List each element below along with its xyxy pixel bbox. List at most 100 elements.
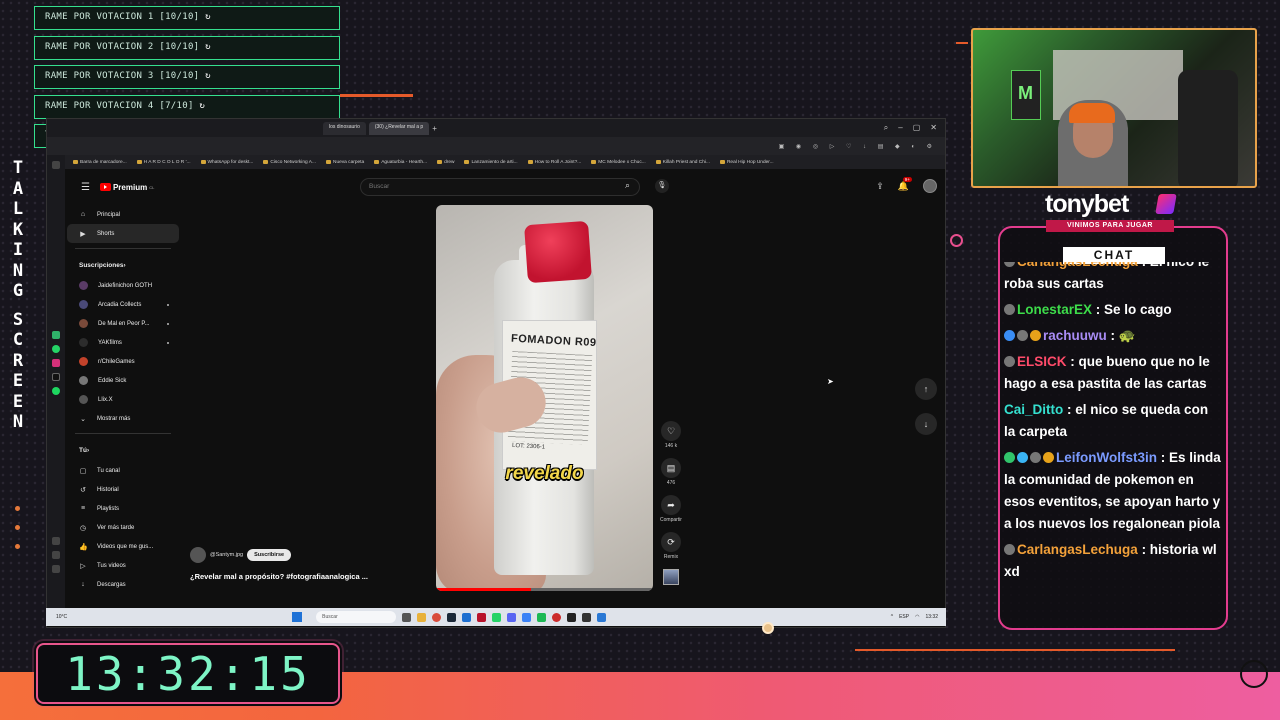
like-action[interactable]: ♡ 146 k [657,421,685,449]
subscription-item[interactable]: YAKfilms [67,333,179,352]
whatsapp-icon[interactable] [52,345,60,353]
weather-widget[interactable]: 10°C [56,614,67,620]
search-tabs-icon[interactable]: ⌕ [884,123,888,133]
heart-icon[interactable] [52,537,60,545]
bookmark-item[interactable]: Nueva carpeta [325,160,364,165]
minimize-icon[interactable]: – [898,123,902,133]
share-action[interactable]: ➦ Compartir [657,495,685,523]
history-icon[interactable] [52,551,60,559]
bookmark-item[interactable]: Real Hip Hop Under... [719,160,774,165]
short-video[interactable]: FOMADON R09 LOT: 2306-1 revelado [436,205,653,591]
subscription-item[interactable]: Arcadia Collects [67,295,179,314]
bookmark-item[interactable]: MC Melodee x Chuc... [591,160,646,165]
address-bar[interactable]: ▣ ◉ ◎ ▷ ♡ ↓ ▤ ◆ ◐ ⚙ [47,137,945,155]
search-icon[interactable]: ⌕ [625,180,630,191]
chat-username[interactable]: ELSICK [1017,354,1067,369]
subscription-item[interactable]: Eddie Sick [67,371,179,390]
windows-start-icon[interactable] [292,612,303,622]
settings-icon[interactable] [52,565,60,573]
subscriptions-header[interactable]: Suscripciones › [67,254,179,276]
sidebar-item-principal[interactable]: ⌂ Principal [67,205,179,224]
taskbar-app-icon[interactable] [582,612,592,622]
new-tab-icon[interactable]: + [432,124,437,133]
subscription-item[interactable]: r/ChileGames [67,352,179,371]
taskbar-app-icon[interactable] [447,612,457,622]
bookmark-item[interactable]: Barra de marcadore... [73,160,127,165]
bookmark-item[interactable]: How to Roll A Joint?... [527,160,581,165]
instagram-icon[interactable] [52,359,60,367]
taskbar-app-icon[interactable] [402,612,412,622]
chat-username[interactable]: CarlangasLechuga [1017,262,1138,269]
taskbar-app-icon[interactable] [567,612,577,622]
bookmark-item[interactable]: Killah Priest and Chi... [655,160,710,165]
star-icon[interactable] [52,161,60,169]
chat-username[interactable]: Cai_Ditto [1004,402,1063,417]
bookmark-item[interactable]: WhatsApp for deskt... [200,160,253,165]
language-indicator[interactable]: ESP [899,614,909,620]
notifications-icon[interactable]: 🔔 9+ [898,176,912,192]
sound-thumbnail[interactable] [663,569,679,585]
like-icon[interactable]: ♡ [661,421,681,441]
sidebar-item-you[interactable]: ↺ Historial [67,480,179,499]
search-input[interactable]: Buscar [360,178,640,196]
video-progress[interactable] [436,588,653,591]
comment-icon[interactable]: ▤ [661,458,681,478]
taskbar-app-icon[interactable] [432,612,442,622]
tiktok-icon[interactable] [52,373,60,381]
chat-username[interactable]: rachuuwu [1043,328,1107,343]
subscription-item[interactable]: De Mal en Peor P... [67,314,179,333]
sidebar-item-you[interactable]: ▷ Tus videos [67,556,179,575]
comment-action[interactable]: ▤ 476 [657,458,685,486]
taskbar-app-icon[interactable] [417,612,427,622]
share-icon[interactable]: ➦ [661,495,681,515]
sidebar-item-you[interactable]: 👍 Videos que me gus... [67,537,179,556]
avatar[interactable] [923,179,937,193]
taskbar-app-icon[interactable] [462,612,472,622]
sidebar-item-you[interactable]: ▢ Tu canal [67,461,179,480]
menu-icon[interactable]: ☰ [81,182,90,193]
wifi-icon[interactable]: ◠ [915,614,919,620]
prev-short-button[interactable]: ↑ [915,378,937,400]
youtube-logo[interactable]: Premium CL [99,183,154,192]
taskbar-app-icon[interactable] [507,612,517,622]
subscription-item[interactable]: Jaidefinichon GOTH [67,276,179,295]
sidebar-item-shorts[interactable]: ▶ Shorts [67,224,179,243]
bookmark-item[interactable]: Cisco Networking A... [263,160,316,165]
app-icon[interactable] [52,331,60,339]
taskbar-app-icon[interactable] [492,612,502,622]
show-more-button[interactable]: ⌄ Mostrar más [67,409,179,428]
extension-icons[interactable]: ▣ ◉ ◎ ▷ ♡ ↓ ▤ ◆ ◐ ⚙ [779,143,937,150]
taskbar-clock[interactable]: 13:32 [925,614,938,620]
sidebar-item-you[interactable]: ↓ Descargas [67,575,179,594]
next-short-button[interactable]: ↓ [915,413,937,435]
remix-icon[interactable]: ⟳ [661,532,681,552]
taskbar-search[interactable]: Buscar [316,611,397,623]
short-title[interactable]: ¿Revelar mal a propósito? #fotografiaana… [190,572,368,581]
bookmark-item[interactable]: Lanzamiento de arti... [464,160,518,165]
chat-username[interactable]: LeifonWolfst3in [1056,450,1157,465]
tray-chevron-icon[interactable]: ^ [891,614,893,620]
tab-dinosaurios[interactable]: los dinosaurio [323,121,366,135]
chat-username[interactable]: CarlangasLechuga [1017,542,1138,557]
subscription-item[interactable]: Llix.X [67,390,179,409]
taskbar-app-icon[interactable] [537,612,547,622]
sidebar-item-you[interactable]: ◷ Ver más tarde [67,518,179,537]
bookmark-item[interactable]: Aguaturbia - Hearth... [374,160,427,165]
maximize-icon[interactable]: ▢ [913,123,921,133]
taskbar-app-icon[interactable] [597,612,607,622]
mic-icon[interactable]: 🎙 [655,179,669,193]
tab-youtube[interactable]: (30) ¿Revelar mal a p [368,121,430,135]
sidebar-item-you[interactable]: ≡ Playlists [67,499,179,518]
remix-action[interactable]: ⟳ Remix [657,532,685,560]
channel-avatar[interactable] [190,547,206,563]
bookmark-item[interactable]: drew [437,160,454,165]
upload-icon[interactable]: ⇪ [876,181,884,192]
bookmark-item[interactable]: H A R D C O L O R '... [136,160,191,165]
close-icon[interactable]: ✕ [930,123,937,133]
subscribe-button[interactable]: Suscribirse [247,549,292,561]
channel-name[interactable]: @Santym.jpg [210,552,243,558]
taskbar-app-icon[interactable] [477,612,487,622]
taskbar-app-icon[interactable] [522,612,532,622]
you-header[interactable]: Tú › [67,439,179,461]
taskbar-app-icon[interactable] [552,612,562,622]
